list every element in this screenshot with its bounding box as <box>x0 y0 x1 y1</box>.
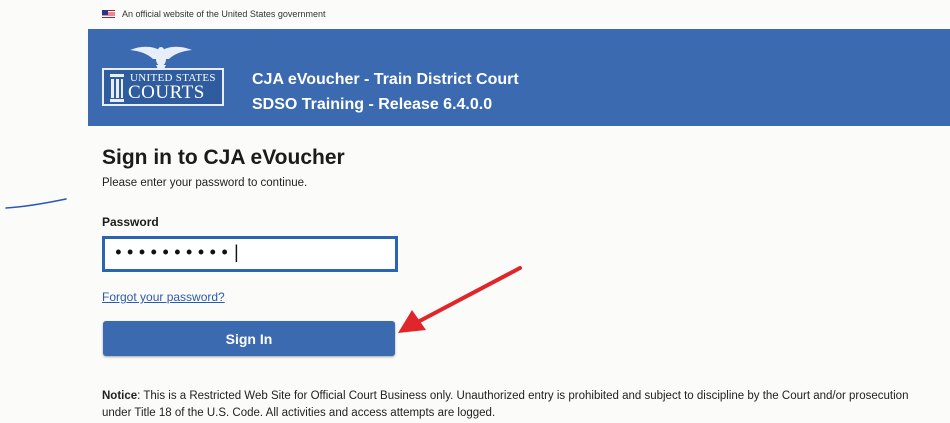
us-flag-icon <box>102 10 115 18</box>
pen-annotation-mark <box>5 198 67 209</box>
logo-bottom-text: COURTS <box>128 82 205 103</box>
forgot-password-link[interactable]: Forgot your password? <box>102 290 225 304</box>
red-arrow-annotation <box>398 266 522 333</box>
site-header: UNITED STATES COURTS CJA eVoucher - Trai… <box>88 29 950 126</box>
gov-banner: An official website of the United States… <box>102 9 325 19</box>
eagle-icon <box>130 46 192 69</box>
header-titles: CJA eVoucher - Train District Court SDSO… <box>252 67 519 117</box>
page-subtitle: Please enter your password to continue. <box>102 177 308 189</box>
logo-box: UNITED STATES COURTS <box>102 68 224 106</box>
app-title: CJA eVoucher - Train District Court <box>252 71 519 88</box>
password-field[interactable] <box>102 236 398 272</box>
page-title: Sign in to CJA eVoucher <box>102 146 345 169</box>
notice-label: Notice <box>102 390 138 402</box>
us-courts-logo[interactable]: UNITED STATES COURTS <box>102 45 224 108</box>
notice-body: : This is a Restricted Web Site for Offi… <box>102 390 909 419</box>
gov-banner-text: An official website of the United States… <box>122 9 326 19</box>
columns-icon <box>110 74 124 102</box>
notice-text: Notice: This is a Restricted Web Site fo… <box>102 388 922 422</box>
app-subtitle: SDSO Training - Release 6.4.0.0 <box>252 96 493 113</box>
sign-in-button[interactable]: Sign In <box>103 321 395 356</box>
password-label: Password <box>102 215 159 229</box>
